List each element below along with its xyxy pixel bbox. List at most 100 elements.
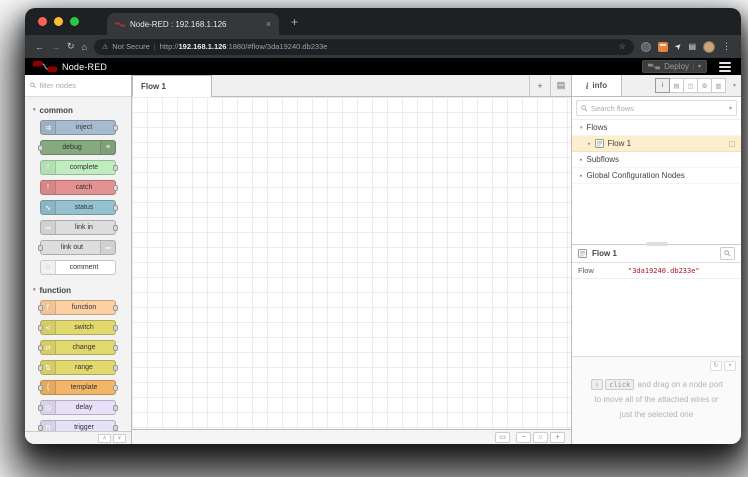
comment-icon: ○ xyxy=(41,261,56,274)
workspace: Flow 1 + ▤ ▭ − ○ + xyxy=(132,75,571,444)
zoom-out-button[interactable]: − xyxy=(516,431,531,443)
palette-node-status[interactable]: ∿ status xyxy=(40,200,118,215)
address-bar[interactable]: ⚠ Not Secure | http://192.168.1.126:1880… xyxy=(93,38,634,55)
input-port xyxy=(38,425,43,431)
sidebar-menu-caret-icon[interactable]: ▾ xyxy=(728,75,741,96)
new-tab-button[interactable]: + xyxy=(291,15,298,29)
palette-node-template[interactable]: {template xyxy=(38,380,118,395)
palette-node-delay[interactable]: ◷ delay xyxy=(38,400,118,415)
output-port xyxy=(113,325,118,331)
input-port xyxy=(38,305,43,311)
main-menu-icon[interactable] xyxy=(719,61,731,72)
template-icon: { xyxy=(41,381,56,394)
sidebar-splitter[interactable] xyxy=(572,242,741,246)
deploy-button[interactable]: Deploy ▾ xyxy=(642,60,707,73)
chevron-down-icon[interactable]: ▾ xyxy=(580,125,583,131)
chevron-right-icon[interactable]: ▸ xyxy=(580,157,583,163)
tree-row-subflows[interactable]: ▸ Subflows xyxy=(572,152,741,168)
palette-node-complete[interactable]: ! complete xyxy=(40,160,118,175)
back-icon[interactable]: ← xyxy=(35,42,44,52)
not-secure-label[interactable]: Not Secure xyxy=(112,42,150,51)
minimize-window-button[interactable] xyxy=(54,17,63,26)
palette-filter-input[interactable] xyxy=(39,81,126,90)
forward-icon[interactable]: → xyxy=(51,42,60,52)
palette-node-change[interactable]: ⇄ change xyxy=(38,340,118,355)
home-icon[interactable]: ⌂ xyxy=(82,42,87,52)
close-tips-button[interactable]: × xyxy=(724,361,736,371)
info-tab-button[interactable]: i xyxy=(654,78,670,93)
palette-node-function[interactable]: ƒ function xyxy=(38,300,118,315)
flow-detail-header: Flow 1 xyxy=(572,245,741,263)
tree-row-flows[interactable]: ▾ Flows xyxy=(572,120,741,136)
palette-node-label: link out xyxy=(60,244,84,251)
info-tab-label: info xyxy=(592,81,608,90)
palette-node-label: range xyxy=(75,364,93,371)
browser-tab[interactable]: Node-RED : 192.168.1.126 × xyxy=(107,13,279,35)
nodered-logo xyxy=(33,60,57,73)
palette-node-catch[interactable]: ! catch xyxy=(40,180,118,195)
close-window-button[interactable] xyxy=(38,17,47,26)
change-icon: ⇄ xyxy=(41,341,56,354)
palette-sections: ▾ common ⇉ inject ≡ debug! complete! catch ∿ stat… xyxy=(25,97,131,431)
palette-node-range[interactable]: ⇅ range xyxy=(38,360,118,375)
output-port xyxy=(113,185,118,191)
list-extension-icon[interactable]: ▤ xyxy=(688,42,696,51)
context-tab-button[interactable]: ▥ xyxy=(710,78,726,93)
zoom-window-button[interactable] xyxy=(70,17,79,26)
palette-node-comment[interactable]: ○ comment xyxy=(40,260,116,275)
palette-node-label: complete xyxy=(69,164,99,171)
search-icon xyxy=(30,82,36,89)
reload-icon[interactable]: ↻ xyxy=(67,41,75,52)
tab-close-icon[interactable]: × xyxy=(266,19,271,29)
extension-circle-icon[interactable] xyxy=(640,41,651,52)
palette-scroll-down-button[interactable]: ∨ xyxy=(113,433,126,443)
pin-extension-icon[interactable]: ➤ xyxy=(673,41,684,52)
tab-title: Node-RED : 192.168.1.126 xyxy=(130,19,227,29)
input-port xyxy=(38,245,43,251)
extension-orange-icon[interactable] xyxy=(657,41,668,52)
search-caret-icon[interactable]: ▾ xyxy=(729,105,732,112)
browser-menu-icon[interactable]: ⋮ xyxy=(722,41,731,52)
palette-node-trigger[interactable]: ⊓ trigger xyxy=(38,420,118,431)
search-flows-box[interactable]: ▾ xyxy=(576,100,737,116)
flow-tab[interactable]: Flow 1 xyxy=(132,75,212,97)
config-tab-button[interactable]: ⚙ xyxy=(696,78,712,93)
palette-node-debug[interactable]: ≡ debug xyxy=(38,140,116,155)
palette-node-label: comment xyxy=(69,264,99,271)
chevron-right-icon[interactable]: ▸ xyxy=(580,173,583,179)
search-flows-input[interactable] xyxy=(591,103,726,113)
palette-node-label: debug xyxy=(62,144,82,151)
palette-scroll-up-button[interactable]: ∧ xyxy=(98,433,111,443)
help-tab-button[interactable]: ▤ xyxy=(668,78,684,93)
navigator-icon[interactable]: ▭ xyxy=(495,431,510,443)
flow-enable-toggle[interactable] xyxy=(729,140,735,147)
chevron-down-icon: ▾ xyxy=(33,107,36,113)
flow-canvas[interactable] xyxy=(132,97,571,429)
profile-avatar[interactable] xyxy=(703,40,715,53)
flow-list-button[interactable]: ▤ xyxy=(550,75,571,97)
flow-detail-search-button[interactable] xyxy=(720,247,735,260)
bookmark-star-icon[interactable]: ☆ xyxy=(619,42,626,51)
next-tip-button[interactable]: ↻ xyxy=(710,361,722,371)
zoom-reset-button[interactable]: ○ xyxy=(533,431,548,443)
palette-node-switch[interactable]: ≺ switch xyxy=(38,320,118,335)
tab-info[interactable]: i info xyxy=(572,75,622,96)
tree-row-global-config[interactable]: ▸ Global Configuration Nodes xyxy=(572,168,741,184)
palette-node-link-out[interactable]: ⇒ link out xyxy=(38,240,116,255)
palette-node-label: switch xyxy=(74,324,94,331)
output-port xyxy=(113,365,118,371)
zoom-in-button[interactable]: + xyxy=(550,431,565,443)
palette-node-link-in[interactable]: ⇒ link in xyxy=(40,220,118,235)
add-flow-button[interactable]: + xyxy=(529,75,550,97)
palette-filter[interactable] xyxy=(25,75,131,97)
palette-category-common[interactable]: ▾ common xyxy=(25,100,131,120)
debug-tab-button[interactable]: ◫ xyxy=(682,78,698,93)
tree-row-flow1[interactable]: ▸ Flow 1 xyxy=(572,136,741,152)
palette-node-inject[interactable]: ⇉ inject xyxy=(40,120,118,135)
deploy-caret-icon[interactable]: ▾ xyxy=(692,63,701,70)
chevron-right-icon[interactable]: ▸ xyxy=(588,141,591,147)
palette-category-function[interactable]: ▾ function xyxy=(25,280,131,300)
catch-icon: ! xyxy=(41,181,56,194)
canvas-footer: ▭ − ○ + xyxy=(132,429,571,444)
